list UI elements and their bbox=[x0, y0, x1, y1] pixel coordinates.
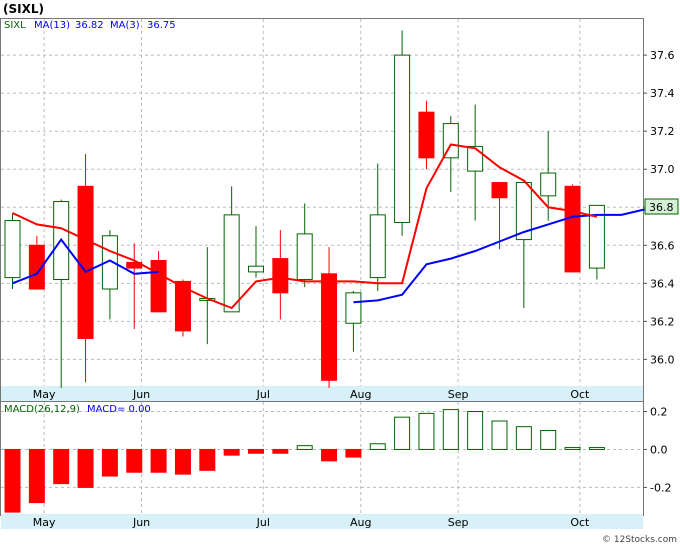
candle-up bbox=[467, 145, 484, 172]
macd-legend-label: MACD(26,12,9) bbox=[4, 404, 80, 415]
price-x-tick-label: Jul bbox=[256, 388, 270, 401]
legend-symbol: SIXL bbox=[4, 20, 26, 31]
macd-x-tick-label: May bbox=[33, 516, 56, 529]
legend-ma13-label: MA(13) bbox=[34, 20, 70, 31]
legend-ma3-value: 36.75 bbox=[147, 20, 176, 31]
macd-y-tick-label: 0.0 bbox=[650, 443, 668, 456]
macd-bar-negative bbox=[53, 448, 70, 485]
macd-bar-negative bbox=[4, 448, 21, 513]
price-x-tick-label: Sep bbox=[448, 388, 469, 401]
macd-bar-negative bbox=[101, 448, 118, 477]
macd-bar-positive bbox=[588, 447, 605, 450]
macd-bar-negative bbox=[272, 448, 289, 454]
candle-down bbox=[150, 259, 167, 313]
macd-bar-positive bbox=[369, 443, 386, 450]
candle-down bbox=[418, 111, 435, 159]
price-y-tick-label: 36.0 bbox=[650, 353, 675, 366]
candle-up bbox=[4, 220, 21, 279]
chart-title: (SIXL) bbox=[3, 2, 44, 16]
candle-down bbox=[272, 258, 289, 294]
macd-bar-negative bbox=[248, 448, 264, 454]
price-x-tick-label: Oct bbox=[570, 388, 590, 401]
candle-up bbox=[345, 292, 362, 324]
price-x-tick-label: Aug bbox=[350, 388, 371, 401]
macd-legend-value: MACD= 0.00 bbox=[87, 404, 151, 415]
price-x-axis-band bbox=[1, 386, 643, 401]
macd-bar-negative bbox=[126, 448, 143, 473]
macd-y-tick-label: 0.2 bbox=[650, 405, 668, 418]
legend-ma3-label: MA(3) bbox=[110, 20, 140, 31]
candle-up bbox=[394, 54, 411, 223]
candle-down bbox=[321, 273, 338, 381]
macd-bar-negative bbox=[174, 448, 191, 475]
price-x-tick-label: May bbox=[33, 388, 56, 401]
candle-down bbox=[564, 185, 581, 273]
macd-bar-negative bbox=[150, 448, 167, 473]
macd-x-tick-label: Oct bbox=[570, 516, 590, 529]
macd-bar-positive bbox=[394, 416, 411, 450]
macd-bar-positive bbox=[442, 409, 459, 450]
macd-bar-negative bbox=[345, 448, 362, 458]
candle-down bbox=[491, 182, 508, 199]
macd-bar-negative bbox=[321, 448, 338, 462]
macd-y-axis-labels: 0.2 0.0 -0.2 bbox=[643, 405, 671, 494]
macd-bar-positive bbox=[540, 429, 557, 450]
macd-x-tick-label: Aug bbox=[350, 516, 371, 529]
macd-bar-positive bbox=[515, 426, 532, 450]
price-y-tick-label: 36.6 bbox=[650, 239, 675, 252]
price-y-tick-label: 37.4 bbox=[650, 87, 675, 100]
macd-bar-positive bbox=[564, 447, 581, 450]
price-y-tick-label: 37.6 bbox=[650, 49, 675, 62]
price-y-tick-label: 37.2 bbox=[650, 125, 675, 138]
macd-bar-negative bbox=[199, 448, 216, 471]
macd-x-tick-label: Jun bbox=[132, 516, 150, 529]
candle-up bbox=[248, 265, 264, 273]
legend-ma13-value: 36.82 bbox=[75, 20, 104, 31]
macd-bar-positive bbox=[418, 412, 435, 450]
stock-chart: May Jun Jul Aug Sep Oct 36.0 36.2 36.4 36.6 36.8 3… bbox=[0, 2, 679, 545]
last-price-tag: 36.8 bbox=[649, 201, 674, 214]
price-y-tick-label: 37.0 bbox=[650, 163, 675, 176]
macd-x-axis-band bbox=[1, 514, 643, 529]
macd-bar-negative bbox=[77, 448, 94, 488]
candle-up bbox=[296, 233, 313, 281]
candle-up bbox=[223, 214, 240, 313]
price-x-tick-label: Jun bbox=[132, 388, 150, 401]
price-y-tick-label: 36.2 bbox=[650, 315, 675, 328]
macd-y-tick-label: -0.2 bbox=[650, 481, 671, 494]
price-y-tick-label: 36.4 bbox=[650, 277, 675, 290]
macd-x-tick-label: Jul bbox=[256, 516, 270, 529]
macd-bar-positive bbox=[467, 410, 484, 450]
watermark: © 12Stocks.com bbox=[602, 535, 677, 545]
macd-bar-negative bbox=[223, 448, 240, 456]
macd-bar-positive bbox=[296, 445, 313, 450]
candle-down bbox=[77, 185, 94, 339]
macd-bar-negative bbox=[28, 448, 45, 504]
candle-up bbox=[540, 172, 557, 197]
macd-bar-positive bbox=[491, 420, 508, 450]
macd-x-tick-label: Sep bbox=[448, 516, 469, 529]
candle-up bbox=[369, 214, 386, 279]
